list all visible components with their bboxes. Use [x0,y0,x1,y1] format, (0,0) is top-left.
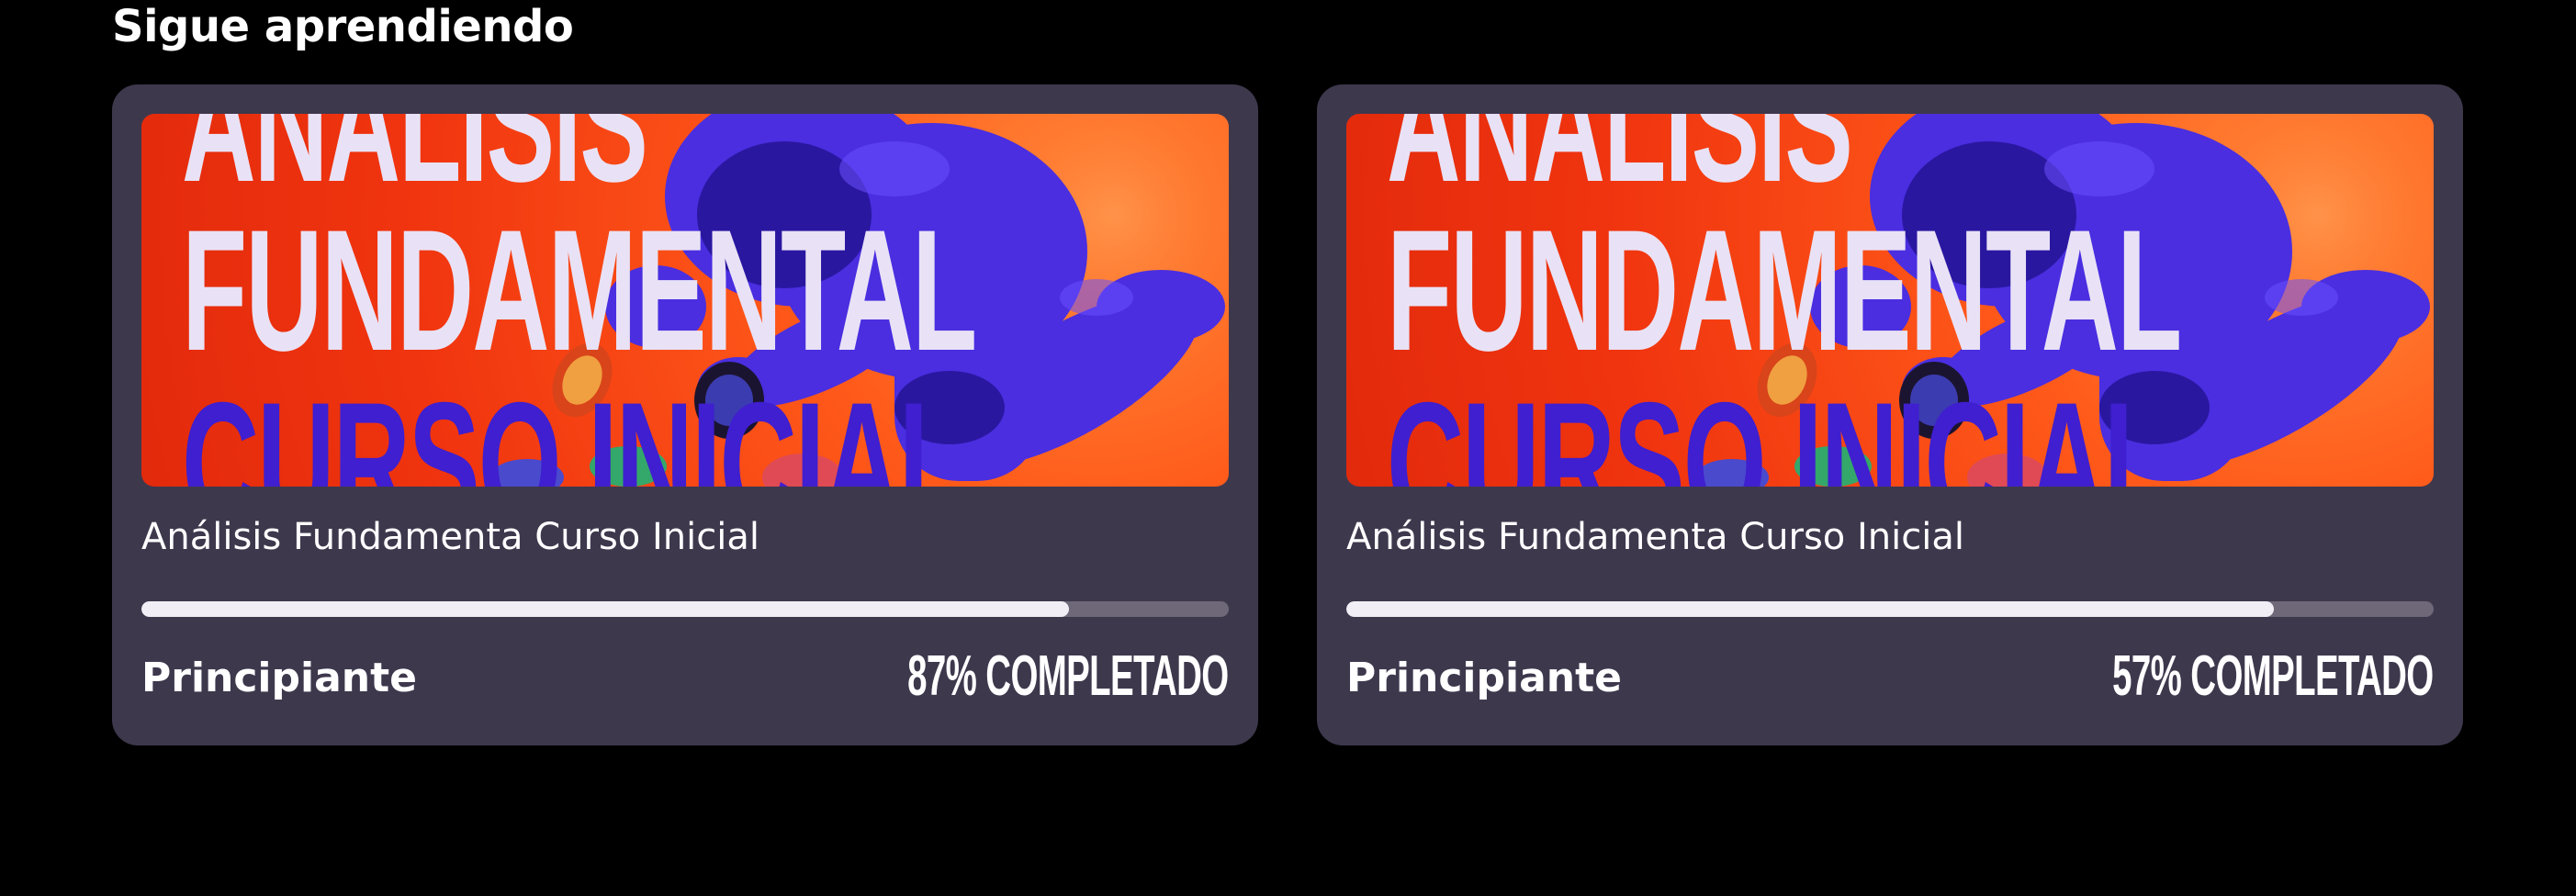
course-level: Principiante [141,655,417,701]
progress-fill [1346,601,2274,617]
thumbnail-line2: FUNDAMENTAL [1387,194,2182,386]
course-card[interactable]: ANALISIS FUNDAMENTAL CURSO INICIAL Análi… [1317,84,2463,745]
progress-bar [1346,601,2434,617]
thumbnail-line3: CURSO INICIAL [1387,366,2169,487]
thumbnail-line2: FUNDAMENTAL [182,194,977,386]
completion-percent: 87% COMPLETADO [907,644,1230,708]
course-thumbnail[interactable]: ANALISIS FUNDAMENTAL CURSO INICIAL [141,114,1229,487]
progress-fill [141,601,1069,617]
thumbnail-line3: CURSO INICIAL [182,366,964,487]
continue-learning-section: Sigue aprendiendo ANALISIS FUNDAMENTAL C… [0,0,2576,896]
course-title[interactable]: Análisis Fundamenta Curso Inicial [1346,514,1964,560]
completion-percent: 57% COMPLETADO [2112,644,2435,708]
section-title: Sigue aprendiendo [112,1,574,52]
course-thumbnail[interactable]: ANALISIS FUNDAMENTAL CURSO INICIAL [1346,114,2434,487]
course-card[interactable]: ANALISIS FUNDAMENTAL CURSO INICIAL Análi… [112,84,1258,745]
course-title[interactable]: Análisis Fundamenta Curso Inicial [141,514,759,560]
progress-bar [141,601,1229,617]
course-level: Principiante [1346,655,1622,701]
